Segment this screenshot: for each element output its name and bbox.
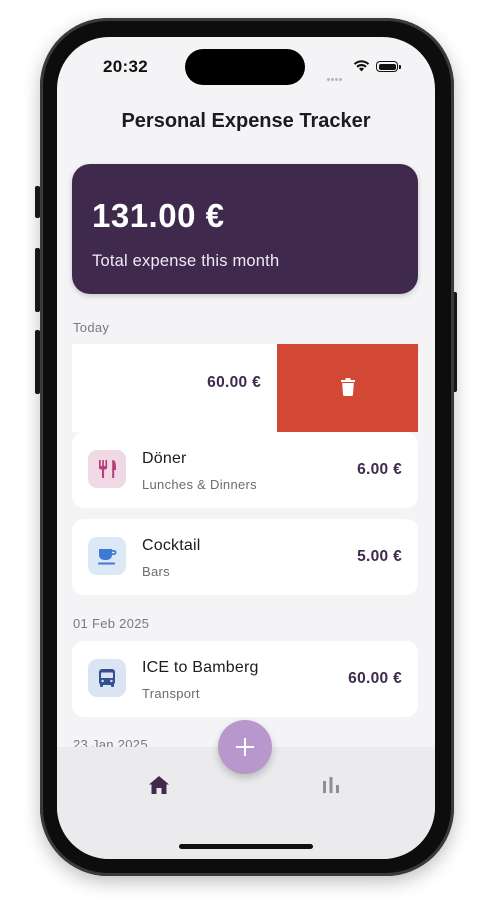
bar-chart-icon[interactable] — [322, 777, 340, 793]
status-bar: 20:32 — [57, 37, 435, 97]
cellular-signal-icon — [327, 68, 343, 86]
trash-icon — [341, 378, 355, 396]
delete-action[interactable] — [277, 344, 418, 432]
total-amount: 131.00 € — [92, 197, 225, 234]
list-item[interactable]: Döner Lunches & Dinners 6.00 € — [72, 432, 418, 508]
home-icon[interactable] — [149, 776, 169, 794]
home-indicator — [179, 844, 313, 849]
status-time: 20:32 — [103, 57, 148, 76]
expense-amount: 60.00 € — [348, 670, 402, 687]
expense-amount: 6.00 € — [357, 461, 402, 478]
dynamic-island — [185, 49, 305, 85]
expense-category: Bars — [142, 564, 170, 579]
restaurant-icon — [88, 450, 126, 488]
list-item[interactable]: ICE to Bamberg Transport 60.00 € — [72, 641, 418, 717]
bus-icon — [88, 659, 126, 697]
expense-amount: 60.00 € — [207, 374, 261, 391]
add-expense-button[interactable] — [218, 720, 272, 774]
expense-category: Lunches & Dinners — [142, 477, 257, 492]
list-item[interactable]: Cocktail Bars 5.00 € — [72, 519, 418, 595]
list-item[interactable]: 60.00 € — [72, 344, 277, 432]
expense-category: Transport — [142, 686, 200, 701]
app-screen: 20:32 Personal Expense Tracker 131.00 € … — [57, 37, 435, 859]
section-header-today: Today — [73, 320, 110, 335]
expense-title: Cocktail — [142, 537, 201, 554]
expense-title: Döner — [142, 450, 187, 467]
total-expense-card: 131.00 € Total expense this month — [72, 164, 418, 294]
page-title: Personal Expense Tracker — [121, 110, 371, 132]
wifi-icon — [353, 60, 370, 72]
section-header-date: 01 Feb 2025 — [73, 616, 150, 631]
battery-icon — [376, 61, 401, 72]
coffee-cup-icon — [88, 537, 126, 575]
expense-amount: 5.00 € — [357, 548, 402, 565]
swiped-expense-row[interactable]: 60.00 € — [72, 344, 418, 432]
total-label: Total expense this month — [92, 252, 280, 270]
expense-title: ICE to Bamberg — [142, 659, 259, 676]
